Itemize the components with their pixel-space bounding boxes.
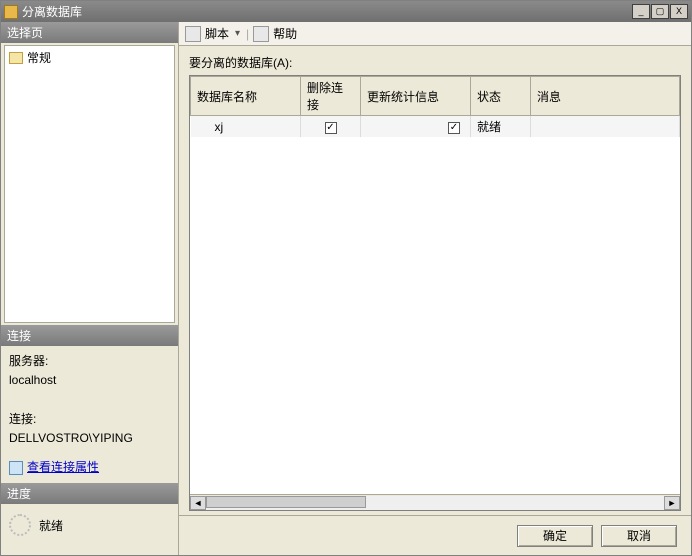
help-icon	[253, 26, 269, 42]
cell-status: 就绪	[471, 116, 531, 138]
connection-header: 连接	[1, 325, 178, 346]
grid-table: 数据库名称 删除连接 更新统计信息 状态 消息 xj ✓ ✓	[190, 76, 680, 137]
grid-header-row: 数据库名称 删除连接 更新统计信息 状态 消息	[191, 77, 680, 116]
cell-message	[531, 116, 680, 138]
col-dbname[interactable]: 数据库名称	[191, 77, 301, 116]
scroll-track[interactable]	[206, 496, 664, 510]
scroll-right-icon[interactable]: ►	[664, 496, 680, 510]
close-button[interactable]: X	[670, 4, 688, 19]
cell-drop-checkbox[interactable]: ✓	[301, 116, 361, 138]
progress-spinner-icon	[9, 514, 31, 536]
help-button[interactable]: 帮助	[273, 25, 297, 42]
body-area: 选择页 常规 连接 服务器: localhost 连接: DELLVOSTRO\…	[1, 22, 691, 555]
scroll-thumb[interactable]	[206, 496, 366, 508]
page-item-general[interactable]: 常规	[7, 48, 172, 67]
progress-status: 就绪	[39, 517, 63, 534]
server-label: 服务器:	[9, 352, 170, 371]
app-icon	[4, 5, 18, 19]
col-update[interactable]: 更新统计信息	[361, 77, 471, 116]
horizontal-scrollbar[interactable]: ◄ ►	[190, 494, 680, 510]
left-pane: 选择页 常规 连接 服务器: localhost 连接: DELLVOSTRO\…	[1, 22, 179, 555]
right-pane: 脚本 ▾ | 帮助 要分离的数据库(A): 数据库名称	[179, 22, 691, 555]
page-item-label: 常规	[27, 49, 51, 66]
cell-update-checkbox[interactable]: ✓	[361, 116, 471, 138]
connection-block: 服务器: localhost 连接: DELLVOSTRO\YIPING 查看连…	[1, 346, 178, 483]
view-connection-link[interactable]: 查看连接属性	[9, 458, 170, 477]
table-row[interactable]: xj ✓ ✓ 就绪	[191, 116, 680, 138]
cell-dbname: xj	[191, 116, 301, 138]
view-connection-label[interactable]: 查看连接属性	[27, 458, 99, 477]
conn-label: 连接:	[9, 410, 170, 429]
maximize-button[interactable]: ▢	[651, 4, 669, 19]
progress-header: 进度	[1, 483, 178, 504]
script-dropdown-icon[interactable]: ▾	[233, 28, 242, 39]
progress-block: 就绪	[1, 504, 178, 546]
page-icon	[9, 52, 23, 64]
conn-value: DELLVOSTRO\YIPING	[9, 429, 170, 448]
grid-label: 要分离的数据库(A):	[189, 54, 681, 71]
script-icon	[185, 26, 201, 42]
col-status[interactable]: 状态	[471, 77, 531, 116]
col-message[interactable]: 消息	[531, 77, 680, 116]
grid-empty-area	[190, 137, 680, 494]
footer: 确定 取消	[179, 515, 691, 555]
minimize-button[interactable]: _	[632, 4, 650, 19]
cancel-button[interactable]: 取消	[601, 525, 677, 547]
window-title: 分离数据库	[22, 3, 632, 20]
col-drop[interactable]: 删除连接	[301, 77, 361, 116]
link-icon	[9, 461, 23, 475]
pages-header: 选择页	[1, 22, 178, 43]
script-button[interactable]: 脚本	[205, 25, 229, 42]
dialog-window: 分离数据库 _ ▢ X 选择页 常规 连接 服务器: localhost 连接:…	[0, 0, 692, 556]
titlebar[interactable]: 分离数据库 _ ▢ X	[1, 1, 691, 22]
page-list: 常规	[4, 45, 175, 323]
scroll-left-icon[interactable]: ◄	[190, 496, 206, 510]
window-controls: _ ▢ X	[632, 4, 688, 19]
grid: 数据库名称 删除连接 更新统计信息 状态 消息 xj ✓ ✓	[189, 75, 681, 511]
server-value: localhost	[9, 371, 170, 390]
ok-button[interactable]: 确定	[517, 525, 593, 547]
content-area: 要分离的数据库(A): 数据库名称 删除连接 更新统计信息 状态	[179, 46, 691, 515]
toolbar: 脚本 ▾ | 帮助	[179, 22, 691, 46]
